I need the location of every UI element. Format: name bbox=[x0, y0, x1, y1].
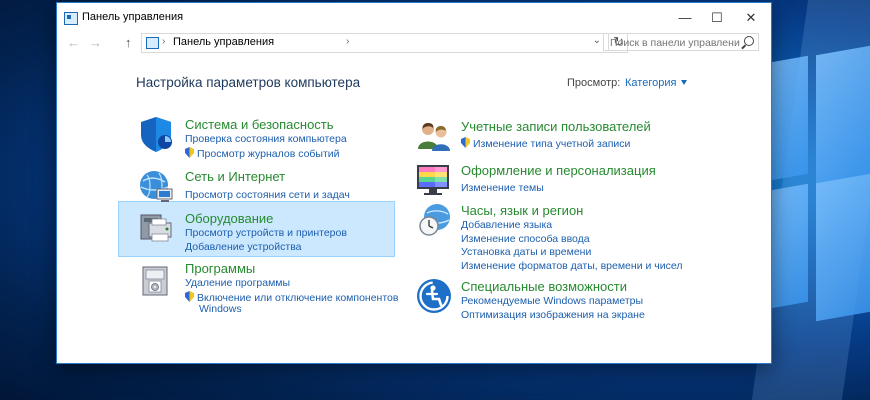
windows-logo bbox=[760, 44, 870, 340]
clock-globe-icon bbox=[419, 204, 450, 236]
window-title: Панель управления bbox=[82, 11, 184, 23]
globe-network-icon bbox=[140, 171, 173, 202]
maximize-button[interactable]: ☐ bbox=[701, 3, 733, 32]
back-button[interactable]: ← bbox=[67, 35, 80, 50]
link-devices-printers[interactable]: Просмотр устройств и принтеров bbox=[185, 227, 347, 239]
link-change-theme[interactable]: Изменение темы bbox=[461, 182, 544, 194]
category-title[interactable]: Оборудование bbox=[185, 211, 273, 226]
uac-shield-icon bbox=[461, 137, 470, 148]
link-add-device[interactable]: Добавление устройства bbox=[185, 241, 302, 253]
uac-shield-icon bbox=[185, 147, 194, 158]
chevron-down-icon[interactable] bbox=[681, 80, 688, 85]
navigation-bar: ← → ↑ › Панель управления › ⌄ ↻ bbox=[57, 32, 771, 56]
view-mode-dropdown[interactable]: Категория bbox=[625, 77, 688, 89]
title-bar[interactable]: Панель управления — ☐ ✕ bbox=[57, 3, 771, 32]
link-optimize-display[interactable]: Оптимизация изображения на экране bbox=[461, 309, 645, 321]
breadcrumb-chevron-icon[interactable]: › bbox=[162, 36, 165, 47]
forward-button[interactable]: → bbox=[89, 35, 102, 50]
category-title[interactable]: Учетные записи пользователей bbox=[461, 119, 651, 134]
category-title[interactable]: Часы, язык и регион bbox=[461, 203, 583, 218]
link-network-status[interactable]: Просмотр состояния сети и задач bbox=[185, 189, 350, 201]
link-recommended-settings[interactable]: Рекомендуемые Windows параметры bbox=[461, 295, 643, 307]
breadcrumb-chevron-icon[interactable]: › bbox=[346, 36, 349, 47]
control-panel-window: Панель управления — ☐ ✕ ← → ↑ › Панель у… bbox=[56, 2, 772, 364]
page-title: Настройка параметров компьютера bbox=[136, 75, 361, 90]
link-label[interactable]: Просмотр журналов событий bbox=[197, 148, 340, 160]
link-windows-features-cont[interactable]: Windows bbox=[199, 303, 242, 315]
link-event-logs[interactable]: Просмотр журналов событий bbox=[185, 147, 340, 160]
category-title[interactable]: Оформление и персонализация bbox=[461, 163, 656, 178]
category-title[interactable]: Сеть и Интернет bbox=[185, 169, 285, 184]
link-check-status[interactable]: Проверка состояния компьютера bbox=[185, 133, 347, 145]
search-box[interactable] bbox=[603, 33, 759, 51]
address-bar[interactable]: › Панель управления › ⌄ ↻ bbox=[141, 33, 628, 53]
category-title[interactable]: Система и безопасность bbox=[185, 117, 334, 132]
uac-shield-icon bbox=[185, 291, 194, 302]
close-button[interactable]: ✕ bbox=[735, 3, 767, 32]
link-formats[interactable]: Изменение форматов даты, времени и чисел bbox=[461, 260, 682, 272]
link-input-method[interactable]: Изменение способа ввода bbox=[461, 233, 590, 245]
link-account-type[interactable]: Изменение типа учетной записи bbox=[461, 137, 630, 150]
search-input[interactable] bbox=[608, 36, 742, 50]
shield-icon bbox=[141, 117, 172, 152]
control-panel-icon bbox=[64, 12, 78, 25]
link-label[interactable]: Изменение типа учетной записи bbox=[473, 138, 630, 150]
category-title[interactable]: Специальные возможности bbox=[461, 279, 627, 294]
address-control-panel-icon bbox=[146, 37, 159, 49]
programs-box-icon bbox=[142, 266, 168, 296]
printer-icon bbox=[140, 214, 172, 242]
users-icon bbox=[418, 123, 450, 151]
link-date-time[interactable]: Установка даты и времени bbox=[461, 246, 591, 258]
ease-of-access-icon bbox=[417, 279, 451, 313]
up-button[interactable]: ↑ bbox=[125, 35, 132, 50]
minimize-button[interactable]: — bbox=[669, 3, 701, 32]
view-mode-value[interactable]: Категория bbox=[625, 77, 676, 89]
link-uninstall[interactable]: Удаление программы bbox=[185, 277, 290, 289]
category-title[interactable]: Программы bbox=[185, 261, 255, 276]
monitor-colors-icon bbox=[417, 165, 449, 195]
breadcrumb[interactable]: Панель управления bbox=[173, 36, 274, 48]
address-dropdown-icon[interactable]: ⌄ bbox=[593, 35, 601, 46]
view-label: Просмотр: bbox=[567, 77, 621, 89]
search-icon[interactable] bbox=[744, 36, 754, 46]
link-add-language[interactable]: Добавление языка bbox=[461, 219, 552, 231]
